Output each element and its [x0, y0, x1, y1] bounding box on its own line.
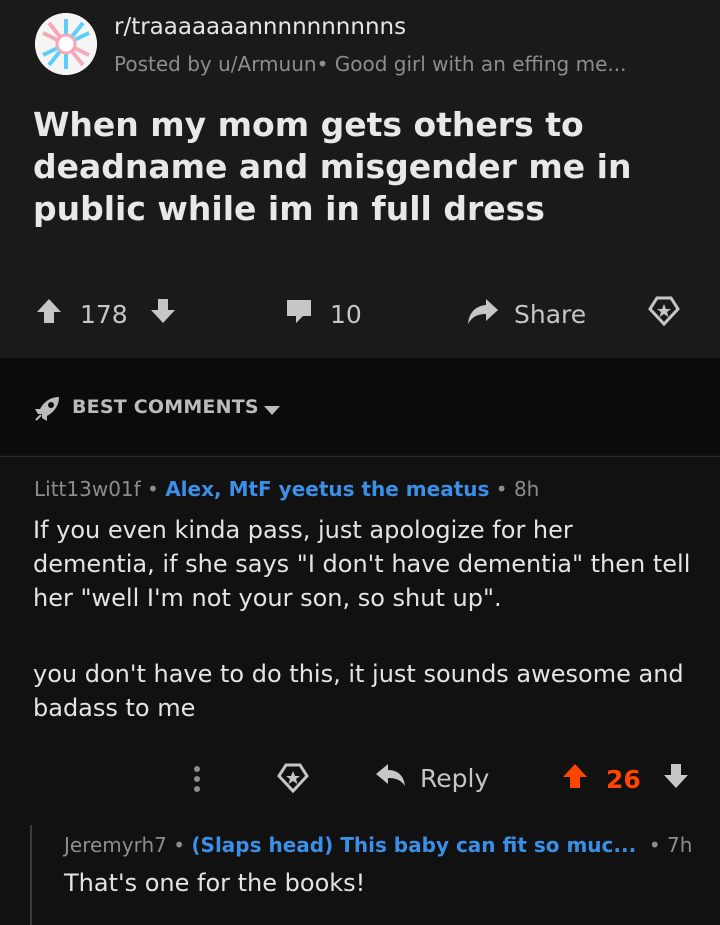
reply-author[interactable]: Jeremyrh7	[64, 833, 167, 857]
comment-author[interactable]: Litt13w01f	[34, 477, 141, 501]
separator-dot: •	[147, 477, 159, 501]
reply-button[interactable]: Reply	[374, 761, 489, 795]
share-label: Share	[514, 299, 587, 329]
post-action-bar: 178 10 Share	[0, 290, 720, 334]
comment-age: 8h	[513, 477, 540, 501]
downvote-icon[interactable]	[148, 296, 178, 332]
comment-sort-bar[interactable]: BEST COMMENTS	[0, 358, 720, 454]
share-button[interactable]: Share	[466, 296, 586, 332]
reply-header: Jeremyrh7 • (Slaps head) This baby can f…	[64, 833, 692, 857]
downvote-icon[interactable]	[661, 761, 691, 797]
sort-label: BEST COMMENTS	[72, 396, 259, 418]
comment-body: If you even kinda pass, just apologize f…	[33, 513, 693, 767]
reply-icon	[374, 761, 406, 795]
comment-vote-group: 26	[560, 761, 691, 797]
reply-age: 7h	[667, 833, 693, 857]
meta-separator: •	[316, 52, 335, 76]
separator-dot: •	[495, 477, 508, 501]
subreddit-name[interactable]: r/traaaaaaannnnnnnnnns	[114, 14, 406, 40]
comment-author-flair: Alex, MtF yeetus the meatus	[165, 477, 490, 501]
award-icon	[648, 295, 680, 333]
comment-paragraph: If you even kinda pass, just apologize f…	[33, 516, 691, 612]
post-score: 178	[80, 299, 128, 329]
reply-label: Reply	[420, 763, 490, 793]
chevron-down-icon	[263, 402, 281, 421]
rocket-icon	[32, 394, 62, 428]
post-meta: Posted by u/Armuun• Good girl with an ef…	[114, 52, 626, 76]
post-title[interactable]: When my mom gets others to deadname and …	[33, 104, 693, 230]
post-author[interactable]: Posted by u/Armuun	[114, 52, 317, 76]
reply-author-flair: (Slaps head) This baby can fit so muc...	[191, 833, 637, 857]
vote-group: 178	[34, 296, 178, 332]
comment-score: 26	[606, 764, 641, 794]
award-button[interactable]	[648, 295, 680, 333]
user-flair: Good girl with an effing me...	[334, 52, 627, 76]
comment-paragraph: you don't have to do this, it just sound…	[33, 660, 684, 722]
comment-icon	[284, 296, 314, 332]
more-options-icon[interactable]	[190, 763, 204, 799]
nested-reply: Jeremyrh7 • (Slaps head) This baby can f…	[30, 825, 720, 925]
separator-dot: •	[173, 833, 186, 857]
separator-dot: •	[642, 833, 661, 857]
comment-header: Litt13w01f • Alex, MtF yeetus the meatus…	[34, 477, 539, 501]
comments-button[interactable]: 10	[284, 296, 362, 332]
upvote-icon[interactable]	[34, 296, 64, 332]
comment-count: 10	[330, 299, 362, 329]
share-icon	[466, 296, 500, 332]
comment-action-bar: Reply 26	[0, 757, 720, 801]
reply-body: That's one for the books!	[64, 869, 366, 897]
comment: Litt13w01f • Alex, MtF yeetus the meatus…	[0, 456, 720, 925]
post-card: r/traaaaaaannnnnnnnnns Posted by u/Armuu…	[0, 0, 720, 358]
upvote-icon[interactable]	[560, 761, 590, 797]
subreddit-avatar[interactable]	[35, 13, 97, 75]
award-icon[interactable]	[277, 762, 309, 798]
